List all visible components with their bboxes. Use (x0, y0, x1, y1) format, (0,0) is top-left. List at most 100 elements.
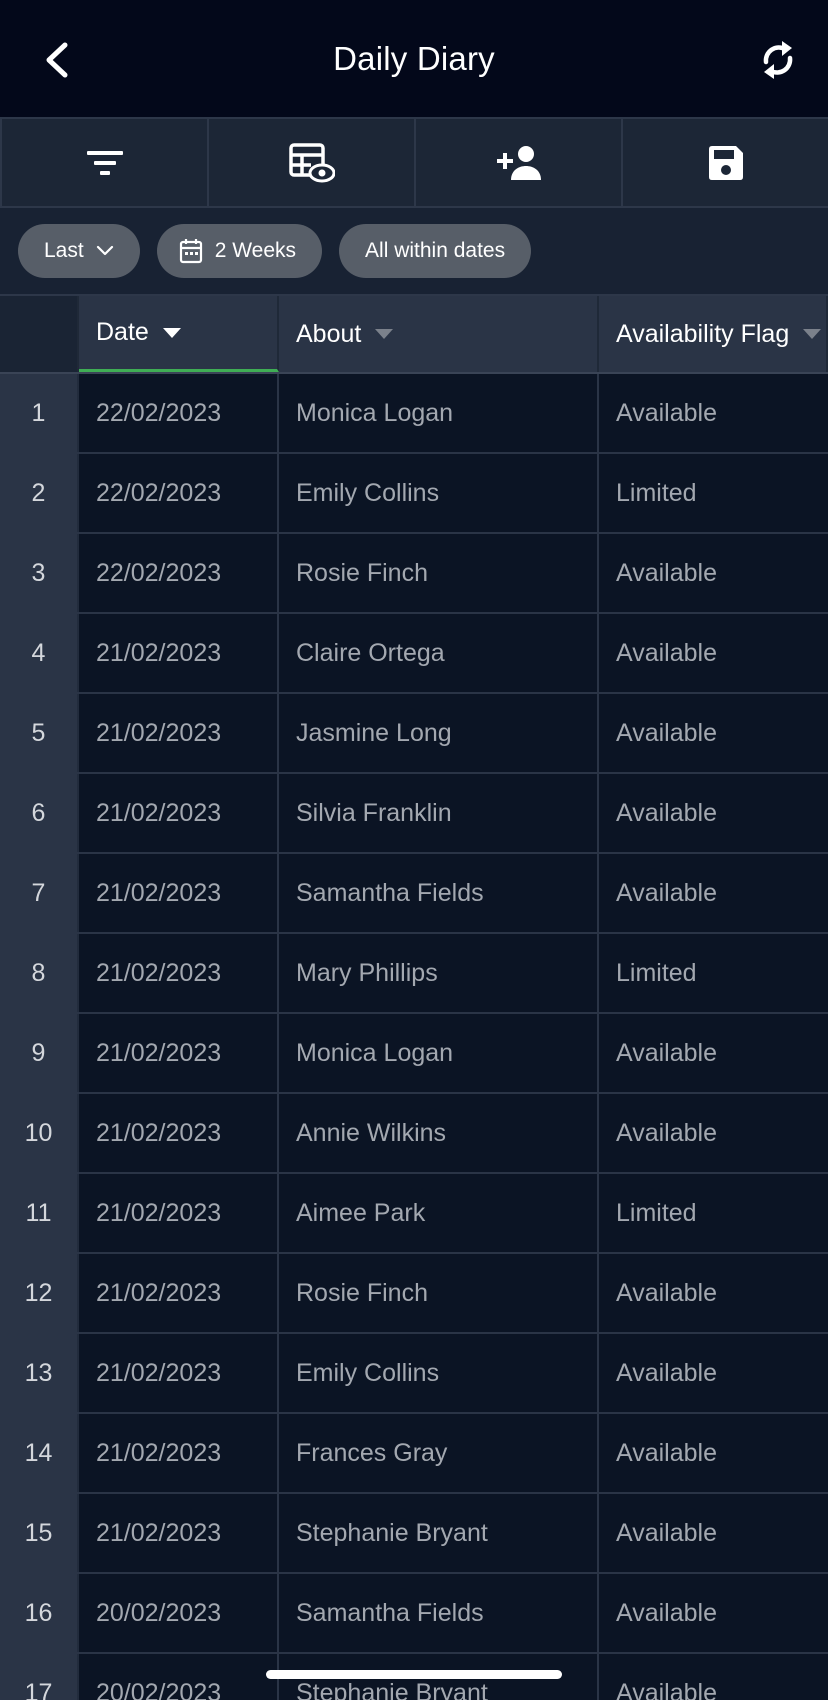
about-cell: Aimee Park (279, 1174, 599, 1252)
availability-cell: Available (616, 1438, 718, 1467)
table-view-button[interactable] (209, 119, 416, 206)
scope-label: All within dates (365, 239, 506, 262)
about-cell: Monica Logan (279, 1014, 599, 1092)
filter-button[interactable] (0, 119, 209, 206)
table-row[interactable]: 12 21/02/2023 Rosie Finch Available (0, 1254, 828, 1334)
scope-chip[interactable]: All within dates (339, 224, 532, 278)
date-cell: 21/02/2023 (79, 1174, 279, 1252)
about-cell: Emily Collins (279, 454, 599, 532)
nav-header: Daily Diary (0, 0, 828, 117)
sort-caret-icon (162, 327, 181, 338)
table-row[interactable]: 11 21/02/2023 Aimee Park Limited (0, 1174, 828, 1254)
about-cell: Stephanie Bryant (279, 1494, 599, 1572)
table-row[interactable]: 8 21/02/2023 Mary Phillips Limited (0, 934, 828, 1014)
about-cell: Annie Wilkins (279, 1094, 599, 1172)
table-row[interactable]: 2 22/02/2023 Emily Collins Limited (0, 454, 828, 534)
about-cell: Frances Gray (279, 1414, 599, 1492)
table-row[interactable]: 6 21/02/2023 Silvia Franklin Available (0, 774, 828, 854)
home-indicator (266, 1670, 562, 1679)
availability-cell: Available (616, 1278, 718, 1307)
about-cell: Silvia Franklin (279, 774, 599, 852)
row-number: 12 (0, 1254, 79, 1332)
availability-cell: Available (616, 638, 718, 667)
availability-cell: Available (616, 1038, 718, 1067)
about-cell: Mary Phillips (279, 934, 599, 1012)
about-cell: Claire Ortega (279, 614, 599, 692)
page-title: Daily Diary (333, 39, 495, 77)
calendar-icon (179, 239, 202, 264)
availability-cell: Available (616, 1118, 718, 1147)
table-row[interactable]: 1 22/02/2023 Monica Logan Available (0, 374, 828, 454)
table-row[interactable]: 14 21/02/2023 Frances Gray Available (0, 1414, 828, 1494)
table-body: 1 22/02/2023 Monica Logan Available 2 22/02/2… (0, 374, 828, 1700)
date-cell: 21/02/2023 (79, 854, 279, 932)
column-header-label: Availability Flag (616, 319, 790, 348)
column-header-about[interactable]: About (279, 296, 599, 372)
date-cell: 22/02/2023 (79, 374, 279, 452)
row-number: 17 (0, 1654, 79, 1700)
table-row[interactable]: 10 21/02/2023 Annie Wilkins Available (0, 1094, 828, 1174)
add-person-button[interactable] (416, 119, 623, 206)
refresh-button[interactable] (752, 34, 804, 86)
row-number: 16 (0, 1574, 79, 1652)
save-button[interactable] (623, 119, 828, 206)
date-range-label: 2 Weeks (214, 239, 297, 262)
availability-cell: Limited (616, 1198, 697, 1227)
availability-cell: Available (616, 1518, 718, 1547)
table-row[interactable]: 4 21/02/2023 Claire Ortega Available (0, 614, 828, 694)
date-cell: 22/02/2023 (79, 454, 279, 532)
about-cell: Samantha Fields (279, 854, 599, 932)
toolbar (0, 117, 828, 208)
app-screen: Daily Diary Last 2 Weeks All within date… (0, 0, 828, 1700)
table-row[interactable]: 13 21/02/2023 Emily Collins Available (0, 1334, 828, 1414)
date-cell: 21/02/2023 (79, 694, 279, 772)
row-number: 1 (0, 374, 79, 452)
column-header-label: Date (96, 318, 149, 346)
date-range-chip[interactable]: 2 Weeks (156, 224, 323, 278)
table-row[interactable]: 9 21/02/2023 Monica Logan Available (0, 1014, 828, 1094)
table-row[interactable]: 5 21/02/2023 Jasmine Long Available (0, 694, 828, 774)
availability-cell: Limited (616, 478, 697, 507)
chevron-left-icon (46, 42, 68, 78)
availability-cell: Available (616, 1598, 718, 1627)
table-row[interactable]: 7 21/02/2023 Samantha Fields Available (0, 854, 828, 934)
availability-cell: Available (616, 798, 718, 827)
about-cell: Monica Logan (279, 374, 599, 452)
date-cell: 20/02/2023 (79, 1654, 279, 1700)
column-header-date[interactable]: Date (79, 296, 279, 372)
row-number-header (0, 296, 79, 372)
row-number: 3 (0, 534, 79, 612)
sort-caret-icon (803, 329, 822, 339)
about-cell: Emily Collins (279, 1334, 599, 1412)
about-cell: Jasmine Long (279, 694, 599, 772)
filter-bar: Last 2 Weeks All within dates (0, 208, 828, 296)
table-row[interactable]: 3 22/02/2023 Rosie Finch Available (0, 534, 828, 614)
date-cell: 21/02/2023 (79, 1014, 279, 1092)
date-cell: 21/02/2023 (79, 1494, 279, 1572)
table-row[interactable]: 16 20/02/2023 Samantha Fields Available (0, 1574, 828, 1654)
availability-cell: Available (616, 878, 718, 907)
column-header-availability-flag[interactable]: Availability Flag (599, 296, 828, 372)
row-number: 7 (0, 854, 79, 932)
availability-cell: Available (616, 718, 718, 747)
date-cell: 21/02/2023 (79, 1094, 279, 1172)
filter-icon (86, 150, 123, 175)
row-number: 14 (0, 1414, 79, 1492)
row-number: 10 (0, 1094, 79, 1172)
chevron-down-icon (96, 245, 113, 256)
date-cell: 21/02/2023 (79, 614, 279, 692)
period-dropdown[interactable]: Last (18, 224, 140, 278)
refresh-icon (763, 41, 793, 79)
period-label: Last (44, 239, 84, 262)
availability-cell: Available (616, 1358, 718, 1387)
back-button[interactable] (30, 34, 82, 86)
about-cell: Rosie Finch (279, 1254, 599, 1332)
table-row[interactable]: 15 21/02/2023 Stephanie Bryant Available (0, 1494, 828, 1574)
row-number: 6 (0, 774, 79, 852)
date-cell: 21/02/2023 (79, 1254, 279, 1332)
date-cell: 21/02/2023 (79, 774, 279, 852)
sort-caret-icon (375, 329, 394, 339)
table-header-row: Date About Availability Flag (0, 296, 828, 374)
row-number: 15 (0, 1494, 79, 1572)
availability-cell: Available (616, 558, 718, 587)
